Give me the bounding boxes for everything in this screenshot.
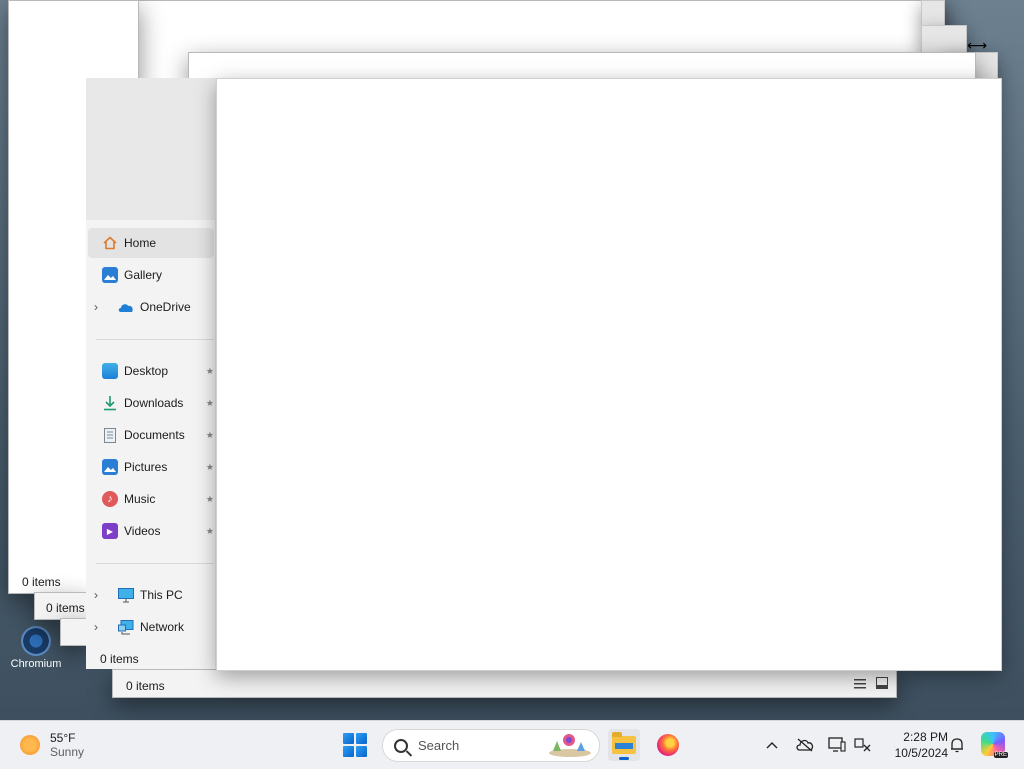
clock-date: 10/5/2024 bbox=[894, 746, 948, 760]
nav-item-label: Home bbox=[124, 236, 157, 250]
chevron-right-icon[interactable]: › bbox=[88, 300, 104, 314]
videos-icon: ▶ bbox=[102, 523, 118, 539]
status-item-count: 0 items bbox=[100, 652, 139, 666]
nav-item-videos[interactable]: ▶ Videos ★ bbox=[88, 516, 214, 546]
details-view-icon[interactable] bbox=[854, 678, 866, 689]
cloud-offline-icon bbox=[796, 738, 814, 752]
tray-display[interactable] bbox=[826, 721, 848, 769]
desktop-icon bbox=[102, 363, 118, 379]
copilot-badge: PRE bbox=[993, 752, 1008, 758]
weather-description: Sunny bbox=[50, 745, 85, 759]
status-item-count: 0 items bbox=[126, 679, 165, 693]
nav-separator bbox=[96, 339, 214, 340]
search-placeholder: Search bbox=[418, 738, 460, 753]
status-item-count: 0 items bbox=[46, 601, 85, 615]
nav-item-gallery[interactable]: Gallery bbox=[88, 260, 214, 290]
start-button[interactable] bbox=[343, 733, 367, 757]
clock-time: 2:28 PM bbox=[903, 730, 948, 744]
gallery-icon bbox=[102, 267, 118, 283]
nav-item-label: This PC bbox=[140, 588, 183, 602]
windows-logo-icon bbox=[356, 746, 367, 757]
nav-item-home[interactable]: Home bbox=[88, 228, 214, 258]
nav-separator bbox=[96, 563, 214, 564]
nav-item-label: Desktop bbox=[124, 364, 169, 378]
tiles-view-icon[interactable] bbox=[876, 677, 888, 689]
nav-item-onedrive[interactable]: › OneDrive bbox=[88, 292, 214, 322]
explorer-window-mid[interactable]: 0 items bbox=[34, 592, 88, 620]
copilot-button[interactable]: PRE bbox=[981, 732, 1008, 758]
downloads-icon bbox=[102, 395, 118, 411]
network-icon bbox=[118, 619, 134, 635]
firefox-icon bbox=[657, 734, 679, 756]
nav-header bbox=[86, 78, 215, 220]
nav-item-downloads[interactable]: Downloads ★ bbox=[88, 388, 214, 418]
nav-item-network[interactable]: › Network bbox=[88, 612, 214, 642]
nav-item-label: Gallery bbox=[124, 268, 163, 282]
nav-item-label: Network bbox=[140, 620, 185, 634]
monitor-icon bbox=[828, 737, 846, 752]
bell-icon bbox=[951, 738, 963, 753]
taskbar-firefox[interactable] bbox=[652, 729, 684, 761]
explorer-window-edge bbox=[60, 618, 88, 646]
this-pc-icon bbox=[118, 587, 134, 603]
nav-item-desktop[interactable]: Desktop ★ bbox=[88, 356, 214, 386]
pin-icon: ★ bbox=[205, 429, 214, 440]
pin-icon: ★ bbox=[205, 365, 214, 376]
nav-item-label: Documents bbox=[124, 428, 185, 442]
search-icon bbox=[394, 738, 408, 753]
taskbar-search-box[interactable]: Search bbox=[382, 729, 600, 762]
nav-item-label: OneDrive bbox=[140, 300, 191, 314]
taskbar: 55°F Sunny Search 2:28 PM 10/5/2024 PRE bbox=[0, 720, 1024, 769]
show-hidden-icons-button[interactable] bbox=[762, 721, 782, 769]
taskbar-file-explorer[interactable] bbox=[608, 729, 640, 761]
music-icon: ♪ bbox=[102, 491, 118, 507]
status-item-count: 0 items bbox=[22, 575, 61, 589]
pin-icon: ★ bbox=[205, 461, 214, 472]
desktop-shortcut-chromium[interactable]: Chromium bbox=[6, 626, 66, 670]
weather-widget[interactable]: 55°F Sunny bbox=[20, 731, 84, 759]
weather-temperature: 55°F bbox=[50, 731, 76, 745]
windows-logo-icon bbox=[356, 733, 367, 744]
pin-icon: ★ bbox=[205, 525, 214, 536]
chevron-right-icon[interactable]: › bbox=[88, 620, 104, 634]
window-edge bbox=[921, 0, 945, 26]
nav-item-label: Music bbox=[124, 492, 156, 506]
nav-item-label: Downloads bbox=[124, 396, 184, 410]
tray-onedrive[interactable] bbox=[794, 721, 816, 769]
sun-icon bbox=[20, 735, 40, 755]
resize-cursor-icon: ⟷ bbox=[967, 37, 988, 53]
explorer-window-bottom[interactable]: 0 items bbox=[112, 669, 897, 698]
nav-item-label: Videos bbox=[124, 524, 161, 538]
nav-item-documents[interactable]: Documents ★ bbox=[88, 420, 214, 450]
window-edge bbox=[921, 25, 967, 55]
notifications-button[interactable] bbox=[946, 721, 968, 769]
home-icon bbox=[102, 235, 118, 251]
nav-item-this-pc[interactable]: › This PC bbox=[88, 580, 214, 610]
network-status-icon bbox=[854, 738, 871, 752]
onedrive-icon bbox=[118, 299, 134, 315]
chevron-right-icon[interactable]: › bbox=[88, 588, 104, 602]
taskbar-clock[interactable]: 2:28 PM 10/5/2024 bbox=[878, 729, 948, 761]
nav-item-music[interactable]: ♪ Music ★ bbox=[88, 484, 214, 514]
pictures-icon bbox=[102, 459, 118, 475]
pin-icon: ★ bbox=[205, 493, 214, 504]
file-list-pane[interactable] bbox=[216, 78, 1002, 671]
file-explorer-icon bbox=[612, 732, 636, 754]
chromium-icon bbox=[21, 626, 51, 656]
search-highlight-icon bbox=[549, 734, 591, 757]
windows-logo-icon bbox=[343, 733, 354, 744]
windows-logo-icon bbox=[343, 746, 354, 757]
desktop-shortcut-label: Chromium bbox=[10, 658, 62, 670]
nav-item-pictures[interactable]: Pictures ★ bbox=[88, 452, 214, 482]
nav-item-label: Pictures bbox=[124, 460, 168, 474]
tray-network-volume[interactable] bbox=[852, 721, 874, 769]
pin-icon: ★ bbox=[205, 397, 214, 408]
documents-icon bbox=[102, 427, 118, 443]
chevron-up-icon bbox=[766, 742, 778, 749]
